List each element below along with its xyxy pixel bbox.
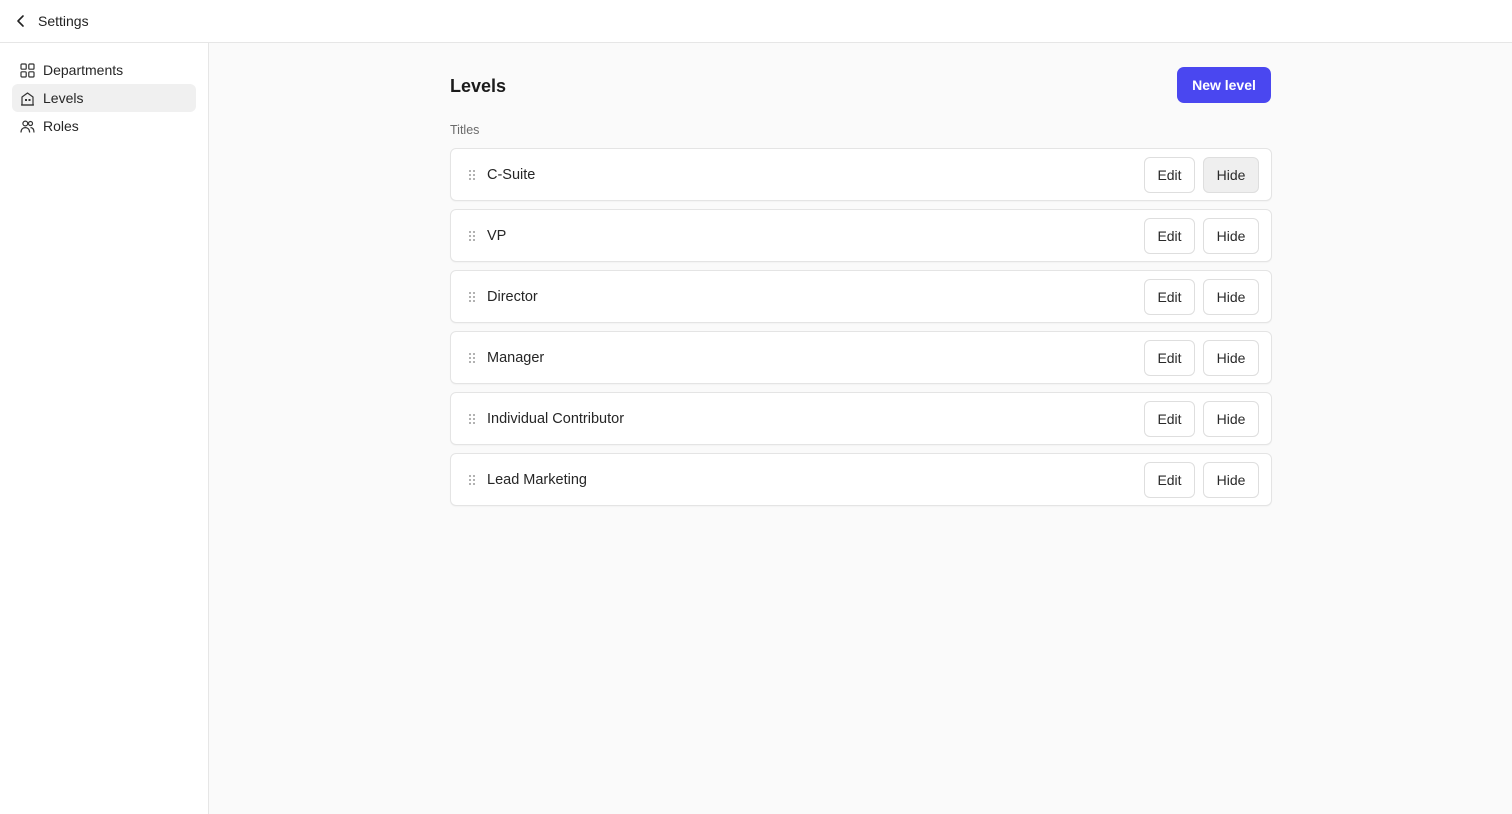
edit-button[interactable]: Edit	[1144, 339, 1195, 376]
building-icon	[20, 91, 35, 106]
edit-button[interactable]: Edit	[1144, 278, 1195, 315]
hide-button[interactable]: Hide	[1203, 217, 1259, 254]
list-item: C-Suite Edit Hide	[450, 148, 1272, 201]
edit-button[interactable]: Edit	[1144, 461, 1195, 498]
sidebar-item-label: Departments	[43, 62, 124, 78]
level-name: Director	[487, 288, 538, 305]
levels-list: C-Suite Edit Hide VP Edit Hide Director …	[450, 148, 1272, 506]
sidebar-item-roles[interactable]: Roles	[12, 112, 196, 140]
level-name: Lead Marketing	[487, 471, 587, 488]
list-item: Individual Contributor Edit Hide	[450, 392, 1272, 445]
level-name: VP	[487, 227, 507, 244]
edit-button[interactable]: Edit	[1144, 156, 1195, 193]
list-item: VP Edit Hide	[450, 209, 1272, 262]
new-level-button[interactable]: New level	[1177, 67, 1271, 103]
grid-icon	[20, 62, 35, 78]
hide-button[interactable]: Hide	[1203, 400, 1259, 437]
list-item: Lead Marketing Edit Hide	[450, 453, 1272, 506]
list-item: Manager Edit Hide	[450, 331, 1272, 384]
level-name: C-Suite	[487, 166, 536, 183]
edit-button[interactable]: Edit	[1144, 400, 1195, 437]
hide-button[interactable]: Hide	[1203, 278, 1259, 315]
hide-button[interactable]: Hide	[1203, 461, 1259, 498]
sidebar-item-levels[interactable]: Levels	[12, 84, 196, 112]
sidebar: Departments Levels Roles	[0, 43, 209, 814]
hide-button[interactable]: Hide	[1203, 156, 1259, 193]
content-header: Levels New level	[450, 43, 1272, 121]
sidebar-item-label: Roles	[43, 118, 79, 134]
edit-button[interactable]: Edit	[1144, 217, 1195, 254]
top-bar: Settings	[0, 0, 1512, 43]
level-name: Manager	[487, 349, 545, 366]
drag-handle-icon[interactable]	[468, 413, 476, 425]
sidebar-item-label: Levels	[43, 90, 84, 106]
hide-button[interactable]: Hide	[1203, 339, 1259, 376]
users-icon	[20, 119, 35, 134]
drag-handle-icon[interactable]	[468, 474, 476, 486]
level-name: Individual Contributor	[487, 410, 625, 427]
main-content: Levels New level Titles C-Suite Edit Hid…	[450, 43, 1272, 514]
drag-handle-icon[interactable]	[468, 291, 476, 303]
chevron-left-icon	[17, 15, 24, 27]
page-title: Levels	[450, 76, 507, 96]
sidebar-item-departments[interactable]: Departments	[12, 56, 196, 84]
drag-handle-icon[interactable]	[468, 352, 476, 364]
list-item: Director Edit Hide	[450, 270, 1272, 323]
page-header-title: Settings	[38, 13, 89, 29]
section-label: Titles	[450, 123, 480, 137]
drag-handle-icon[interactable]	[468, 230, 476, 242]
back-button[interactable]	[0, 0, 28, 43]
drag-handle-icon[interactable]	[468, 169, 476, 181]
